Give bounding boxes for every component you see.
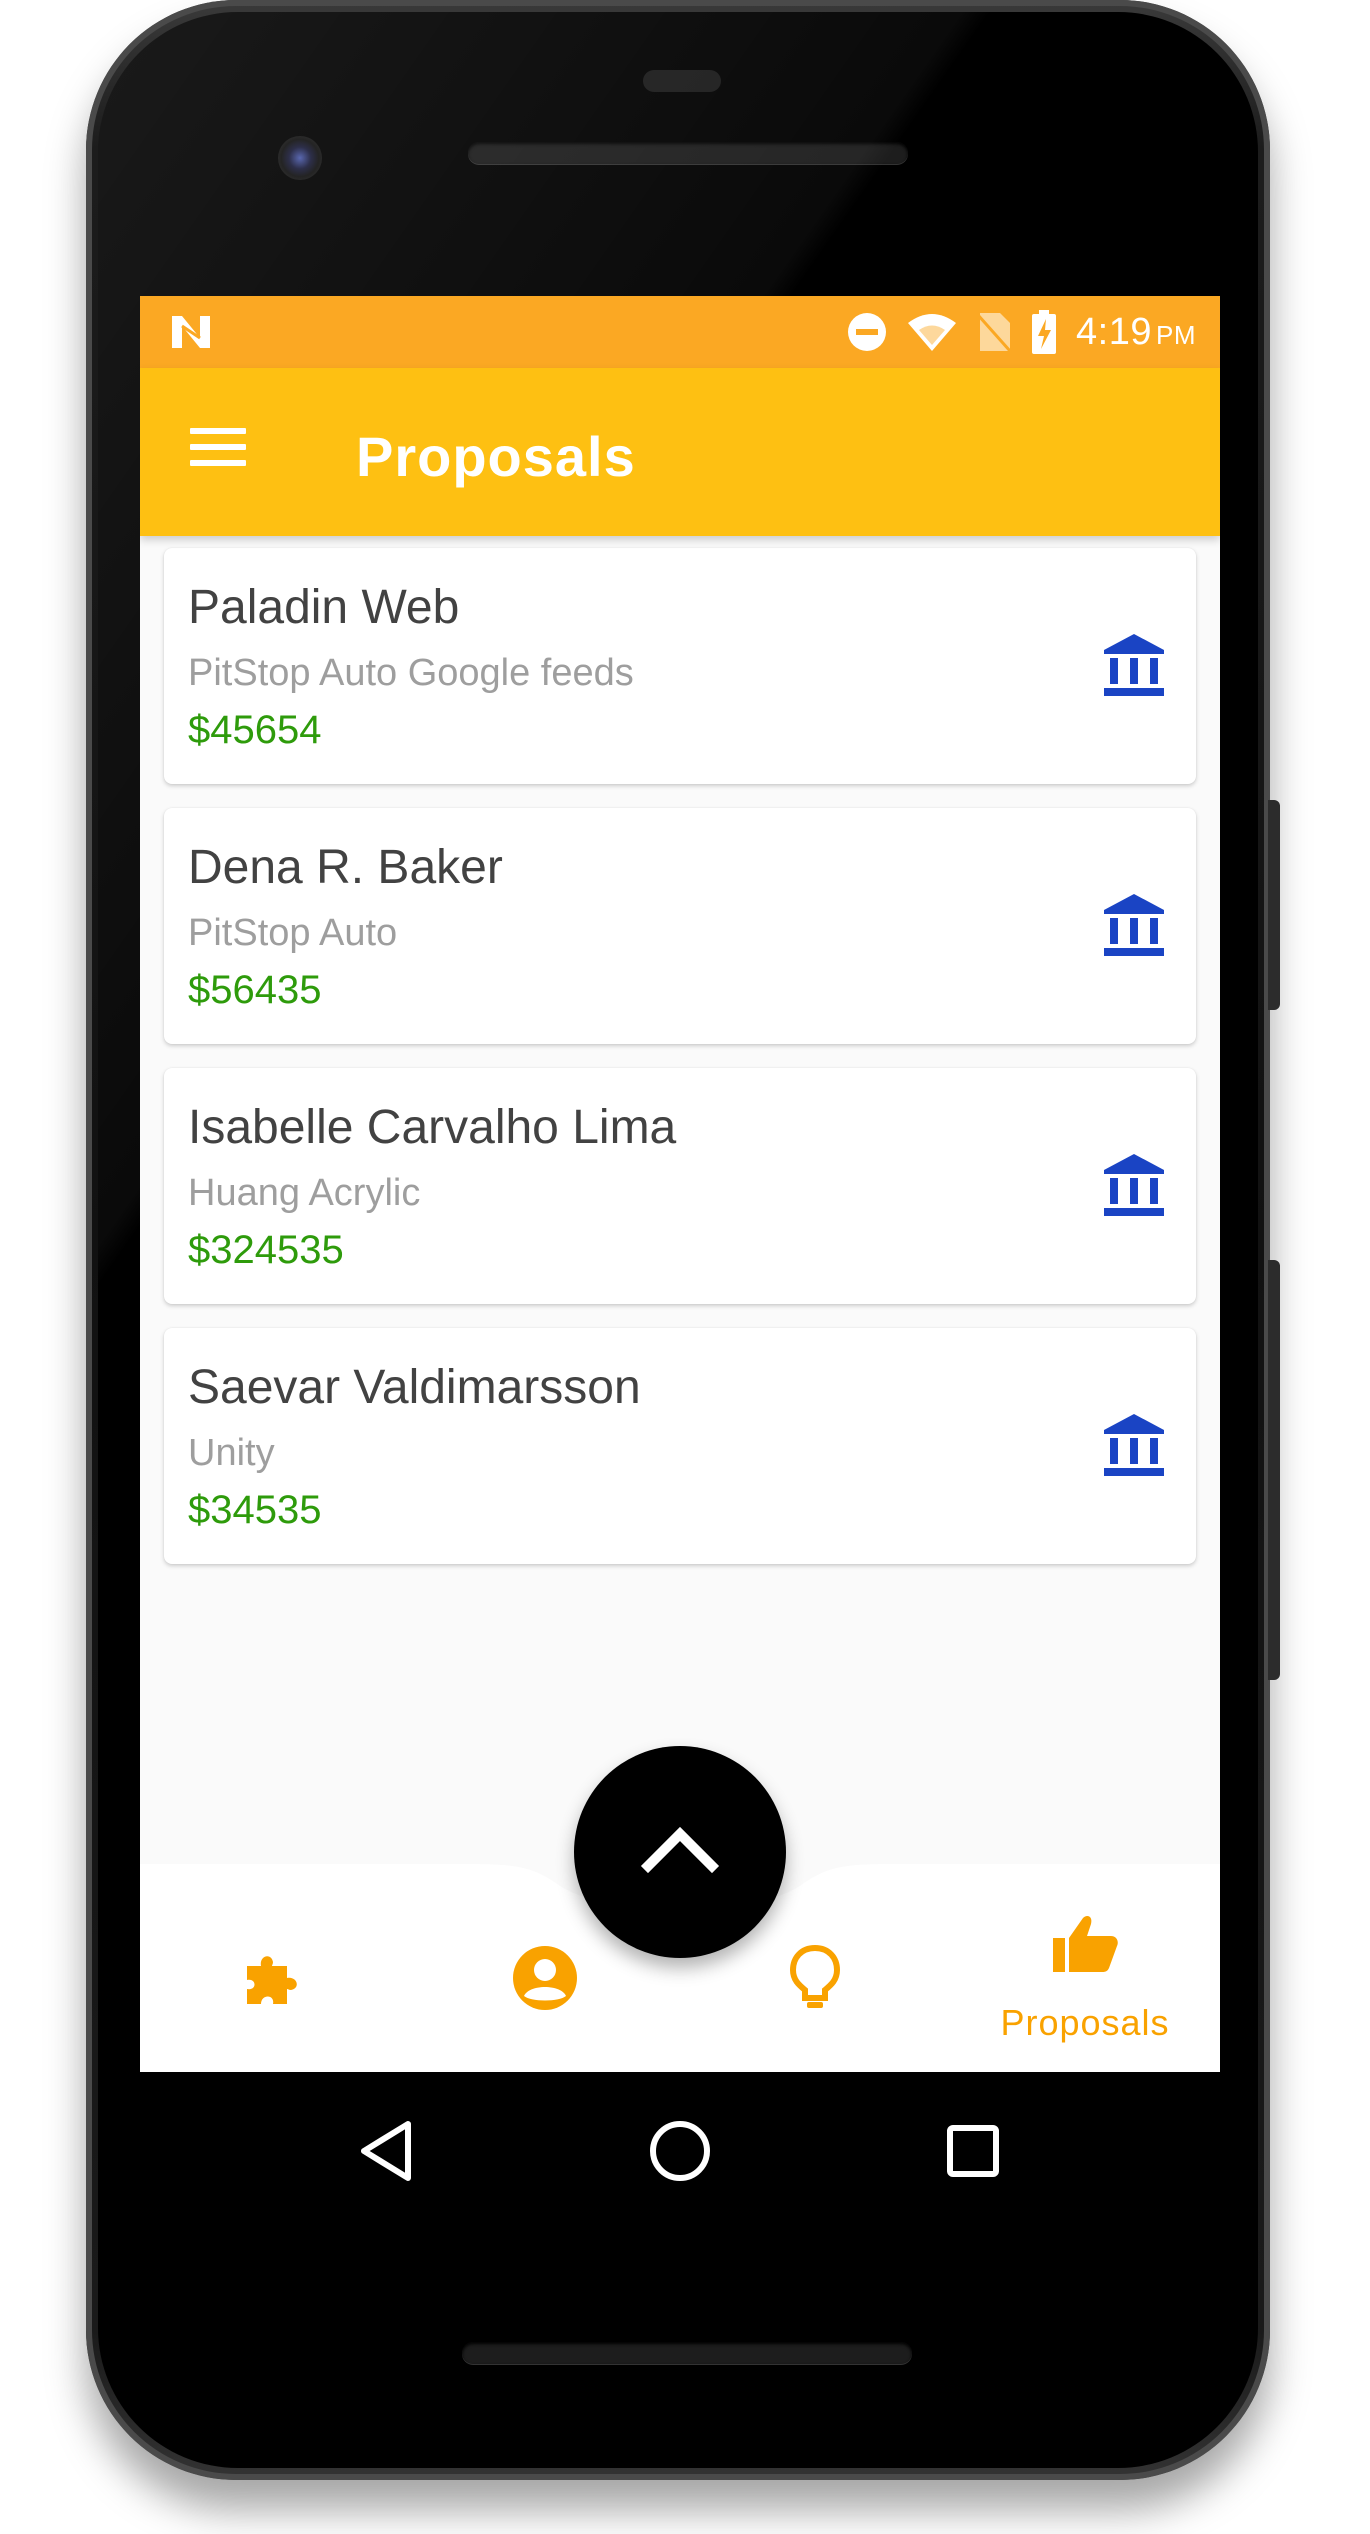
bottom-speaker <box>462 2342 912 2364</box>
hamburger-menu-icon[interactable] <box>190 422 248 480</box>
system-navigation-bar <box>140 2072 1220 2222</box>
top-sensor-slot <box>643 70 721 92</box>
app-screen: 4:19 PM Proposals Paladin Web PitStop Aut… <box>140 296 1220 2072</box>
proposal-card[interactable]: Saevar Valdimarsson Unity $34535 <box>164 1328 1196 1564</box>
proposal-company: Unity <box>188 1432 275 1474</box>
proposal-card[interactable]: Paladin Web PitStop Auto Google feeds $4… <box>164 548 1196 784</box>
lightbulb-icon <box>789 1944 841 2008</box>
home-icon[interactable] <box>645 2116 715 2186</box>
chevron-up-icon <box>640 1826 720 1874</box>
proposal-list: Paladin Web PitStop Auto Google feeds $4… <box>140 548 1220 1588</box>
proposal-amount: $34535 <box>188 1488 322 1532</box>
proposal-card[interactable]: Dena R. Baker PitStop Auto $56435 <box>164 808 1196 1044</box>
proposal-company: Huang Acrylic <box>188 1172 421 1214</box>
thumb-up-icon <box>1053 1916 1118 1972</box>
proposal-name: Saevar Valdimarsson <box>188 1361 641 1414</box>
status-time: 4:19 PM <box>1076 310 1196 353</box>
bank-icon[interactable] <box>1102 1412 1166 1480</box>
nav-item-proposals[interactable]: Proposals <box>950 1856 1220 2072</box>
earpiece-speaker <box>468 142 908 164</box>
battery-charging-icon <box>1032 310 1057 354</box>
bank-icon[interactable] <box>1102 892 1166 960</box>
proposal-amount: $45654 <box>188 708 322 752</box>
app-bar: Proposals <box>140 368 1220 536</box>
status-icons: 4:19 PM <box>846 308 1196 356</box>
page-title: Proposals <box>356 425 636 488</box>
account-circle-icon <box>513 1946 577 2010</box>
recents-icon[interactable] <box>938 2116 1008 2186</box>
proposal-card[interactable]: Isabelle Carvalho Lima Huang Acrylic $32… <box>164 1068 1196 1304</box>
do-not-disturb-icon <box>848 313 887 351</box>
proposal-amount: $324535 <box>188 1228 344 1272</box>
nav-label-proposals: Proposals <box>1000 2002 1170 2043</box>
status-bar: 4:19 PM <box>140 296 1220 368</box>
bank-icon[interactable] <box>1102 632 1166 700</box>
power-button <box>1268 800 1280 1010</box>
proposal-company: PitStop Auto <box>188 912 398 954</box>
no-sim-icon <box>976 313 1012 352</box>
proposal-company: PitStop Auto Google feeds <box>188 652 634 694</box>
fab-expand-button[interactable] <box>574 1746 786 1958</box>
front-camera <box>278 136 322 180</box>
bank-icon[interactable] <box>1102 1152 1166 1220</box>
proposal-name: Isabelle Carvalho Lima <box>188 1101 677 1154</box>
wifi-icon <box>908 314 957 351</box>
proposal-name: Paladin Web <box>188 581 460 634</box>
proposal-amount: $56435 <box>188 968 322 1012</box>
volume-button <box>1268 1260 1280 1680</box>
proposal-name: Dena R. Baker <box>188 841 503 894</box>
back-icon[interactable] <box>352 2116 422 2186</box>
notification-n-icon <box>172 316 210 348</box>
nav-item-puzzle[interactable] <box>140 1856 410 2072</box>
puzzle-icon <box>247 1956 297 2004</box>
